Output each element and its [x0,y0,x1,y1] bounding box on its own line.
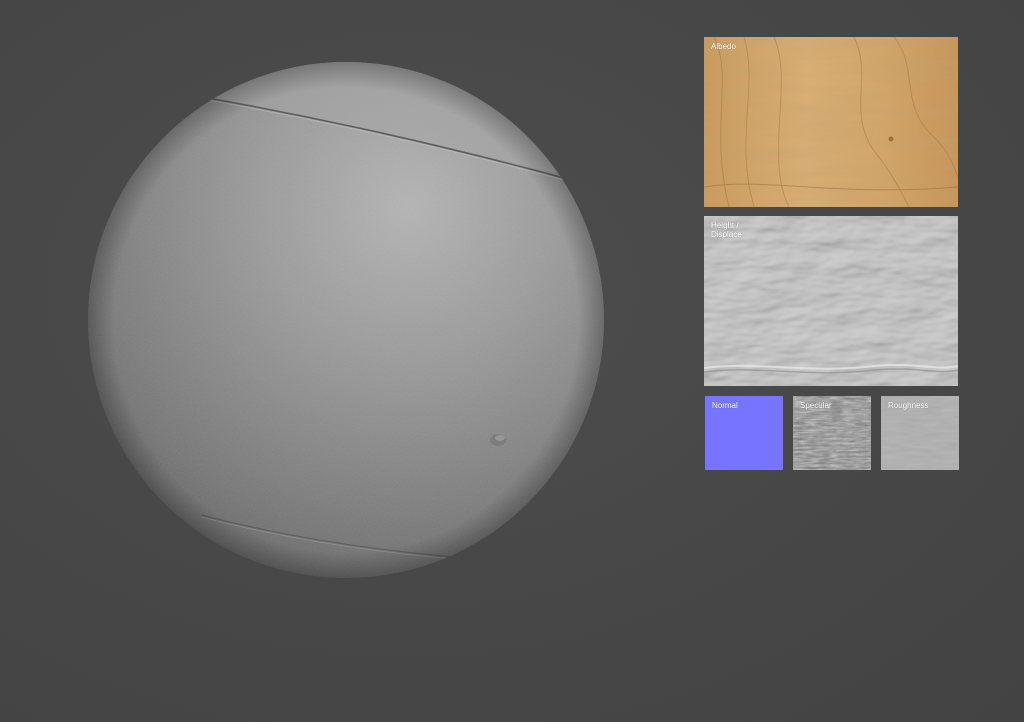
material-preview-viewport: Albedo Height / Displace Normal Specular… [0,0,1024,722]
normal-label: Normal [712,401,738,410]
roughness-map-thumbnail[interactable]: Roughness [881,396,959,470]
specular-map-thumbnail[interactable]: Specular [793,396,871,470]
roughness-label: Roughness [888,401,929,410]
specular-label: Specular [800,401,832,410]
albedo-label: Albedo [711,42,736,51]
albedo-map-thumbnail[interactable]: Albedo [704,37,958,207]
preview-sphere[interactable] [86,60,606,580]
height-label: Height / Displace [711,221,742,239]
height-map-thumbnail[interactable]: Height / Displace [704,216,958,386]
height-texture-icon [704,216,958,386]
wood-texture-icon [704,37,958,207]
normal-map-thumbnail[interactable]: Normal [705,396,783,470]
